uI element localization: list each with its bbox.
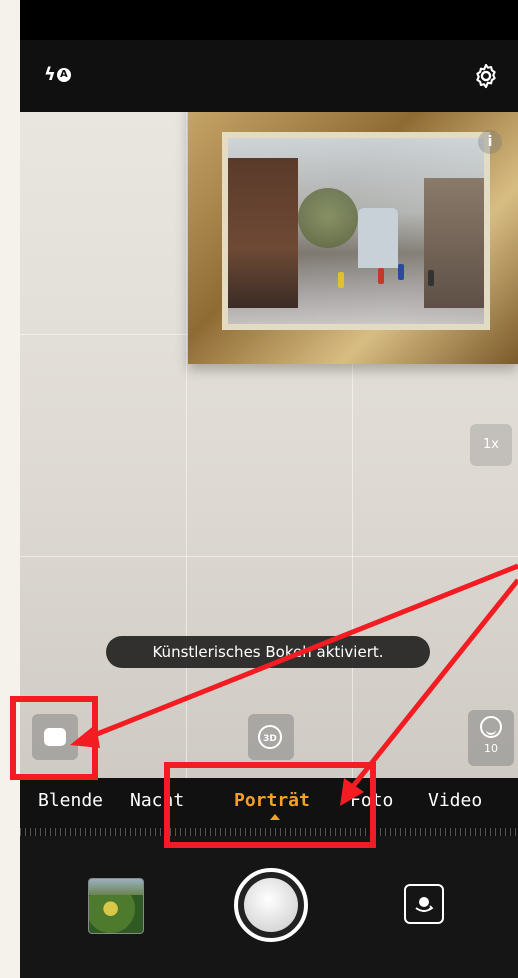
annotation-arrow-line [348, 578, 518, 792]
annotation-arrows [70, 563, 518, 806]
annotation-arrowhead [340, 778, 364, 806]
annotation-arrowhead [70, 724, 100, 748]
annotation-arrow-line [91, 563, 518, 739]
